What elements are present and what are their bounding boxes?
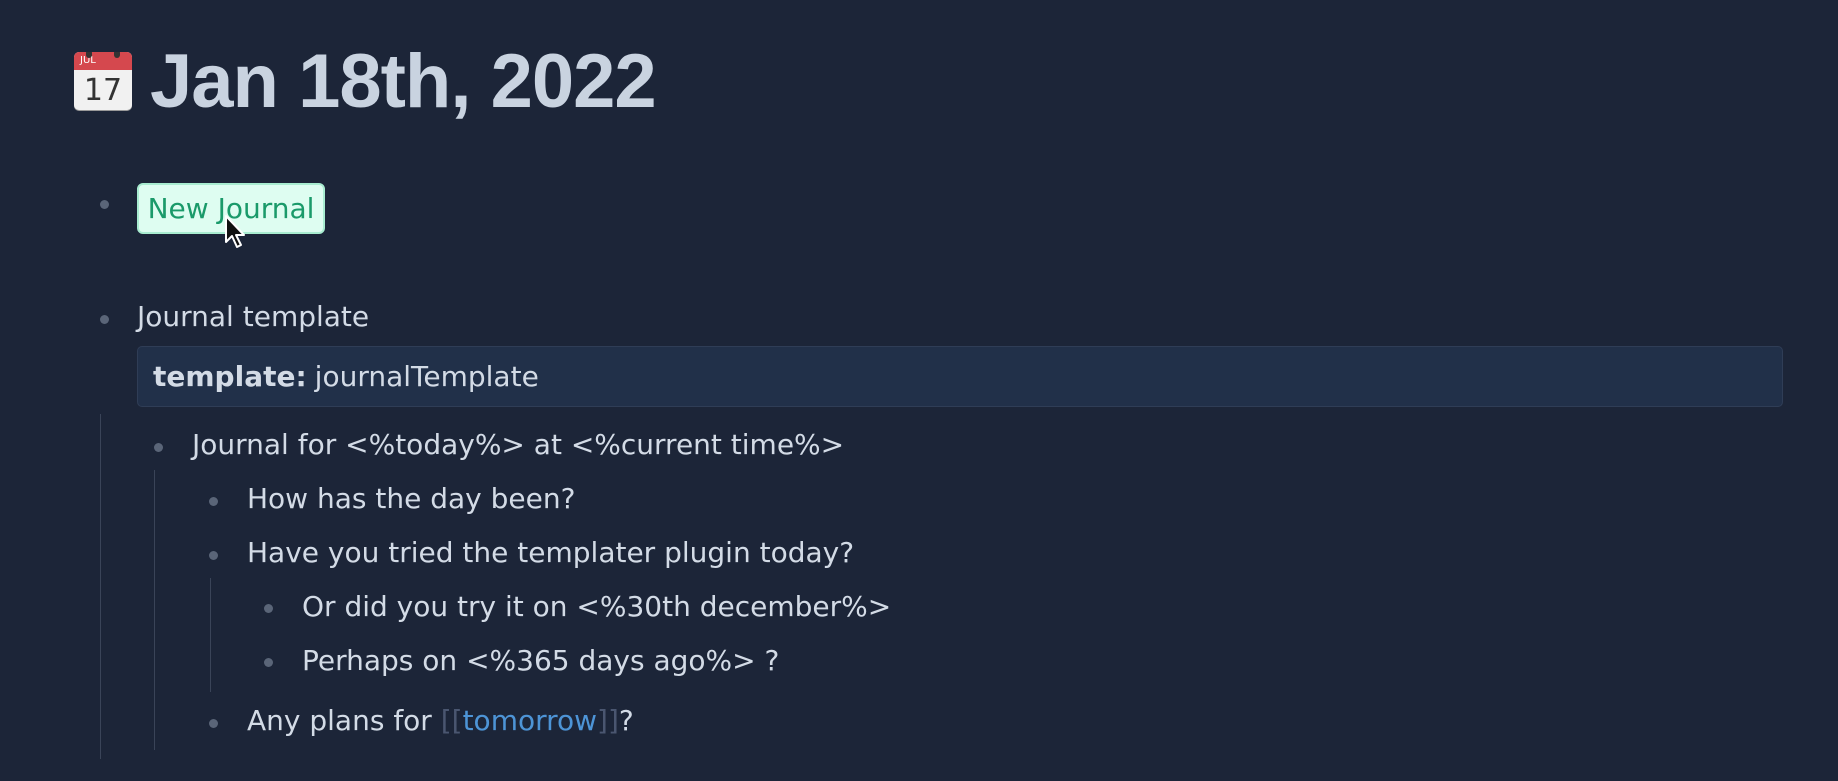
calendar-month: JUL (74, 52, 132, 70)
template-property[interactable]: template: journalTemplate (137, 346, 1783, 407)
list-item-plans[interactable]: Any plans for [[tomorrow]]? (247, 704, 634, 737)
page-title[interactable]: Jan 18th, 2022 (150, 38, 657, 125)
calendar-day: 17 (83, 73, 123, 108)
block-bullet[interactable] (209, 497, 218, 506)
block-bullet[interactable] (209, 551, 218, 560)
calendar-ring-left (86, 52, 92, 58)
plans-suffix: ? (618, 704, 634, 737)
block-bullet[interactable] (100, 200, 109, 209)
list-item[interactable]: Or did you try it on <%30th december%> (302, 590, 891, 623)
calendar-ring-right (114, 52, 120, 58)
indent-guide (210, 578, 211, 692)
property-value: journalTemplate (314, 360, 539, 393)
block-bullet[interactable] (209, 719, 218, 728)
list-item[interactable]: Perhaps on <%365 days ago%> ? (302, 644, 779, 677)
page-header: JUL 17 Jan 18th, 2022 (74, 38, 657, 125)
indent-guide (100, 414, 101, 759)
indent-guide (154, 470, 155, 750)
block-bullet[interactable] (264, 658, 273, 667)
mouse-pointer-icon (225, 215, 245, 248)
link-close-bracket: ]] (597, 704, 619, 737)
journal-template-label[interactable]: Journal template (137, 300, 369, 333)
block-bullet[interactable] (154, 443, 163, 452)
journal-page: JUL 17 Jan 18th, 2022 New Journal Journa… (0, 0, 1838, 781)
property-key: template: (153, 360, 307, 393)
list-item[interactable]: How has the day been? (247, 482, 575, 515)
plans-prefix: Any plans for (247, 704, 441, 737)
list-item[interactable]: Journal for <%today%> at <%current time%… (192, 428, 844, 461)
link-open-bracket: [[ (440, 704, 463, 737)
tomorrow-page-link[interactable]: tomorrow (463, 704, 597, 737)
calendar-icon: JUL 17 (74, 52, 132, 110)
list-item[interactable]: Have you tried the templater plugin toda… (247, 536, 854, 569)
block-bullet[interactable] (264, 604, 273, 613)
block-bullet[interactable] (100, 315, 109, 324)
